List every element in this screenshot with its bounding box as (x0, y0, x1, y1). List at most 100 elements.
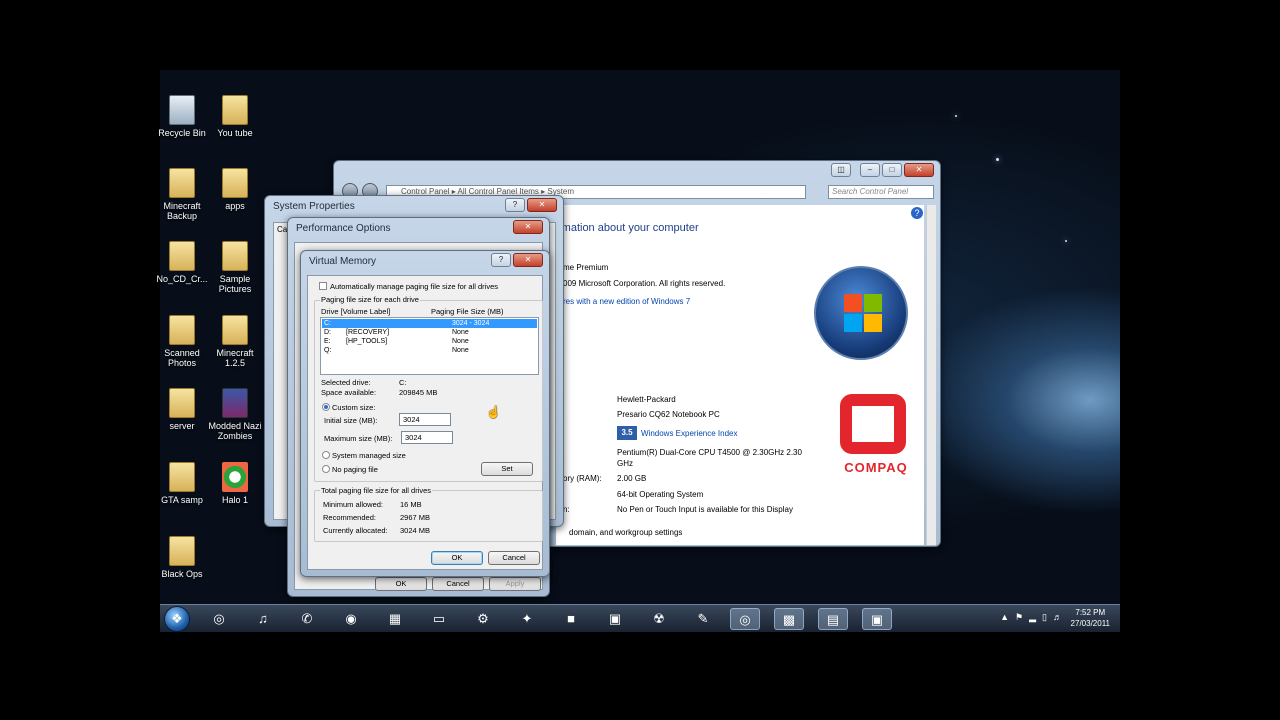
max-size-label: Maximum size (MB): (324, 434, 393, 443)
drive-row[interactable]: E: [HP_TOOLS] None (322, 337, 537, 346)
auto-manage-checkbox[interactable] (319, 282, 327, 290)
close-button[interactable]: ✕ (513, 253, 543, 267)
windows-start-icon[interactable]: ❖ (164, 606, 190, 632)
max-size-input[interactable]: 3024 (401, 431, 453, 444)
system-tray: ▲ ⚑ ▂ ▯ ♬ (1000, 612, 1062, 623)
network-icon[interactable]: ▂ (1029, 612, 1036, 623)
clock[interactable]: 7:52 PM 27/03/2011 (1071, 607, 1110, 629)
desktop-icon[interactable]: Black Ops (153, 536, 211, 579)
system-managed-radio[interactable] (322, 451, 330, 459)
close-button[interactable]: ✕ (527, 198, 557, 212)
desktop-icon-label: Halo 1 (221, 495, 248, 505)
custom-size-radio[interactable] (322, 403, 330, 411)
app-icon[interactable]: ✦ (512, 608, 542, 630)
battery-icon[interactable]: ▯ (1042, 612, 1047, 623)
ok-button[interactable]: OK (431, 551, 483, 565)
drive-paging-size: None (452, 329, 469, 336)
help-button[interactable]: ? (491, 253, 511, 267)
desktop-icon[interactable]: No_CD_Cr... (153, 241, 211, 284)
internet-explorer-icon[interactable]: ◎ (204, 608, 234, 630)
app-icon[interactable]: ◉ (336, 608, 366, 630)
column-drive: Drive [Volume Label] (321, 307, 391, 316)
min-allowed-value: 16 MB (400, 500, 422, 509)
drive-list[interactable]: C: 3024 - 3024 D: [RECOVERY] None E: [HP_TOOLS… (320, 317, 539, 375)
desktop-icon[interactable]: GTA samp (153, 462, 211, 505)
set-button[interactable]: Set (481, 462, 533, 476)
tray-arrow-icon[interactable]: ▲ (1000, 612, 1009, 623)
star (996, 158, 999, 161)
no-paging-radio[interactable] (322, 465, 330, 473)
search-input[interactable]: Search Control Panel (828, 185, 934, 199)
desktop-icon[interactable]: Scanned Photos (153, 315, 211, 368)
desktop-icon-label: Recycle Bin (158, 128, 206, 138)
compaq-logo: COMPAQ (832, 392, 920, 480)
drive-row[interactable]: D: [RECOVERY] None (322, 328, 537, 337)
itunes-icon[interactable]: ♫ (248, 608, 278, 630)
minecraft-icon[interactable]: ■ (556, 608, 586, 630)
experience-index-link[interactable]: Windows Experience Index (641, 429, 738, 438)
window-icon[interactable]: ▩ (774, 608, 804, 630)
cancel-button[interactable]: Cancel (488, 551, 540, 565)
compaq-q-icon (840, 394, 906, 454)
desktop-icon[interactable]: You tube (206, 95, 264, 138)
apply-button[interactable]: Apply (489, 577, 541, 591)
scrollbar[interactable] (926, 205, 936, 545)
ram-value: 2.00 GB (617, 474, 647, 483)
pen-touch: No Pen or Touch Input is available for t… (617, 505, 793, 514)
control-panel-icon[interactable]: ▤ (818, 608, 848, 630)
compaq-wordmark: COMPAQ (844, 460, 908, 475)
desktop-icon[interactable]: Minecraft Backup (153, 168, 211, 221)
upgrade-link[interactable]: res with a new edition of Windows 7 (563, 297, 690, 306)
paint-icon[interactable]: ✎ (688, 608, 718, 630)
desktop-icon[interactable]: Minecraft 1.2.5 (206, 315, 264, 368)
manufacturer: Hewlett-Packard (617, 395, 676, 404)
desktop-icon-label: No_CD_Cr... (156, 274, 208, 284)
desktop-icon[interactable]: Sample Pictures (206, 241, 264, 294)
internet-explorer-icon[interactable]: ◎ (730, 608, 760, 630)
desktop-icon[interactable]: Halo 1 (206, 462, 264, 505)
minecraft-icon[interactable]: ▣ (600, 608, 630, 630)
volume-icon[interactable]: ♬ (1053, 612, 1062, 623)
folder-icon (169, 388, 195, 418)
drive-row[interactable]: C: 3024 - 3024 (322, 319, 537, 328)
recycle-bin-icon (169, 95, 195, 125)
snap-icon[interactable]: ◫ (831, 163, 851, 177)
close-button[interactable]: ✕ (513, 220, 543, 234)
tab-stub[interactable]: Ca (277, 225, 287, 234)
desktop-icon[interactable]: Modded Nazi Zombies (206, 388, 264, 441)
action-center-icon[interactable]: ⚑ (1015, 612, 1023, 623)
desktop-icon-label: GTA samp (161, 495, 203, 505)
no-paging-label[interactable]: No paging file (332, 465, 378, 474)
rating-badge[interactable]: 3.5 (617, 426, 637, 440)
system-icon[interactable]: ▣ (862, 608, 892, 630)
auto-manage-label[interactable]: Automatically manage paging file size fo… (330, 282, 498, 291)
folder-icon (222, 241, 248, 271)
close-button[interactable]: ✕ (904, 163, 934, 177)
initial-size-input[interactable]: 3024 (399, 413, 451, 426)
help-icon[interactable]: ? (911, 207, 923, 219)
folder-icon (169, 315, 195, 345)
paging-group-label: Paging file size for each drive (320, 295, 420, 304)
allocated-label: Currently allocated: (323, 526, 388, 535)
processor-ghz: GHz (617, 459, 633, 468)
app-icon[interactable]: ▭ (424, 608, 454, 630)
game-icon[interactable]: ☢ (644, 608, 674, 630)
desktop-icon-label: server (169, 421, 195, 431)
help-button[interactable]: ? (505, 198, 525, 212)
drive-row[interactable]: Q: None (322, 346, 537, 355)
custom-size-label[interactable]: Custom size: (332, 403, 375, 412)
app-icon[interactable]: ⚙ (468, 608, 498, 630)
ok-button[interactable]: OK (375, 577, 427, 591)
drive-letter: E: (324, 338, 331, 345)
calculator-icon[interactable]: ▦ (380, 608, 410, 630)
desktop-icon[interactable]: server (153, 388, 211, 431)
maximize-button[interactable]: □ (882, 163, 902, 177)
system-managed-label[interactable]: System managed size (332, 451, 406, 460)
skype-icon[interactable]: ✆ (292, 608, 322, 630)
minimize-button[interactable]: – (860, 163, 880, 177)
desktop-icon[interactable]: Recycle Bin (153, 95, 211, 138)
desktop-icon-label: Minecraft Backup (163, 201, 201, 221)
cancel-button[interactable]: Cancel (432, 577, 484, 591)
selected-drive-value: C: (399, 378, 407, 387)
desktop-icon[interactable]: apps (206, 168, 264, 211)
